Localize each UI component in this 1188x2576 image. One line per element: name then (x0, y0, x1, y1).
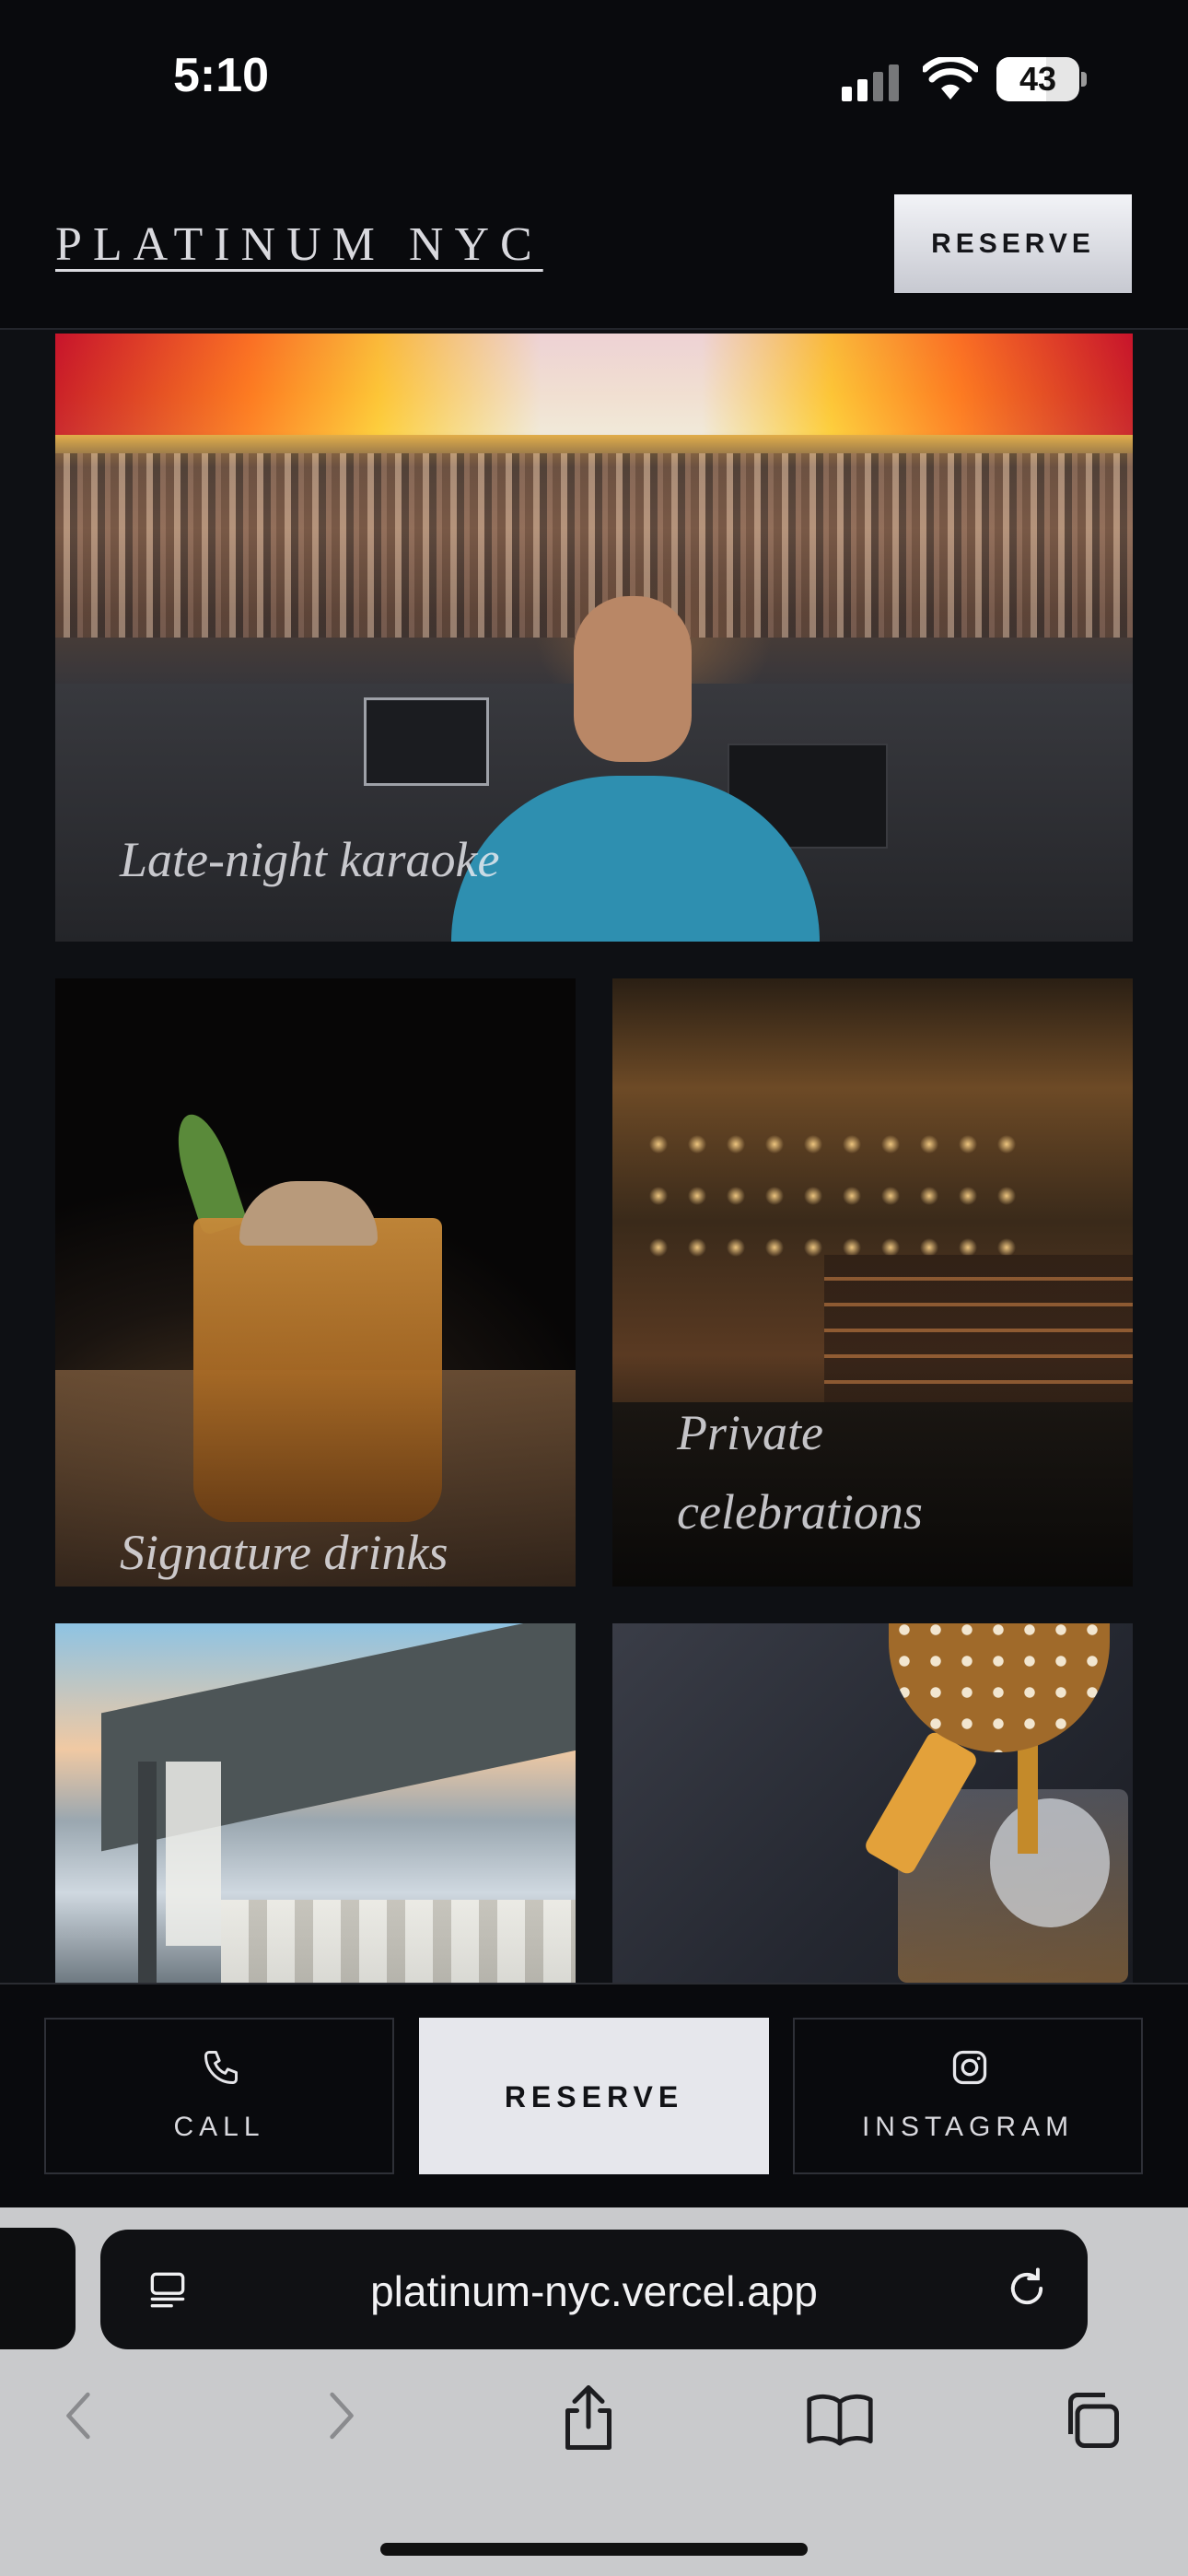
gallery-caption: Signature drinks (120, 1525, 448, 1580)
share-icon[interactable] (556, 2383, 621, 2453)
battery-icon: 43 (996, 57, 1079, 101)
header-reserve-button[interactable]: RESERVE (894, 194, 1132, 293)
phone-icon (204, 2051, 238, 2084)
call-label: CALL (173, 2112, 265, 2142)
tabs-icon[interactable] (1059, 2388, 1124, 2453)
gallery-tile-cocktail-pour[interactable] (612, 1623, 1133, 1983)
gallery-caption: Private celebrations (677, 1405, 923, 1540)
cellular-signal-icon (842, 63, 904, 101)
bottom-action-bar: CALL RESERVE INSTAGRAM (0, 1983, 1188, 2209)
bookmarks-icon[interactable] (805, 2390, 875, 2449)
wifi-icon (923, 57, 978, 100)
status-time: 5:10 (173, 49, 270, 102)
forward-icon[interactable] (317, 2388, 363, 2443)
instagram-label: INSTAGRAM (861, 2112, 1075, 2142)
home-indicator[interactable] (380, 2543, 808, 2556)
reserve-label: RESERVE (504, 2080, 684, 2113)
bottom-reserve-button[interactable]: RESERVE (419, 2018, 769, 2174)
instagram-icon (952, 2050, 987, 2085)
gallery-tile-signature-drinks[interactable]: Signature drinks (55, 978, 576, 1587)
gallery-tile-terrace[interactable] (55, 1623, 576, 1983)
laptop-image-detail (364, 697, 489, 786)
site-logo-link[interactable]: PLATINUM NYC (55, 217, 543, 272)
back-icon[interactable] (57, 2388, 103, 2443)
call-button[interactable]: CALL (44, 2018, 394, 2174)
gallery-tile-private-celebrations[interactable]: Private celebrations (612, 978, 1133, 1587)
address-bar[interactable]: platinum-nyc.vercel.app (100, 2230, 1088, 2349)
status-bar: 5:10 43 (0, 0, 1188, 157)
browser-toolbar: platinum-nyc.vercel.app (0, 2207, 1188, 2576)
gallery-grid: Late-night karaoke Signature drinks Priv… (0, 330, 1188, 1983)
gallery-caption: Late-night karaoke (120, 832, 500, 887)
url-text[interactable]: platinum-nyc.vercel.app (100, 2266, 1088, 2316)
instagram-button[interactable]: INSTAGRAM (793, 2018, 1143, 2174)
site-header: PLATINUM NYC RESERVE (0, 157, 1188, 330)
reload-icon[interactable] (1003, 2265, 1051, 2313)
previous-tab-peek[interactable] (0, 2228, 76, 2349)
gallery-tile-karaoke[interactable]: Late-night karaoke (55, 334, 1133, 942)
battery-level: 43 (1019, 60, 1057, 98)
